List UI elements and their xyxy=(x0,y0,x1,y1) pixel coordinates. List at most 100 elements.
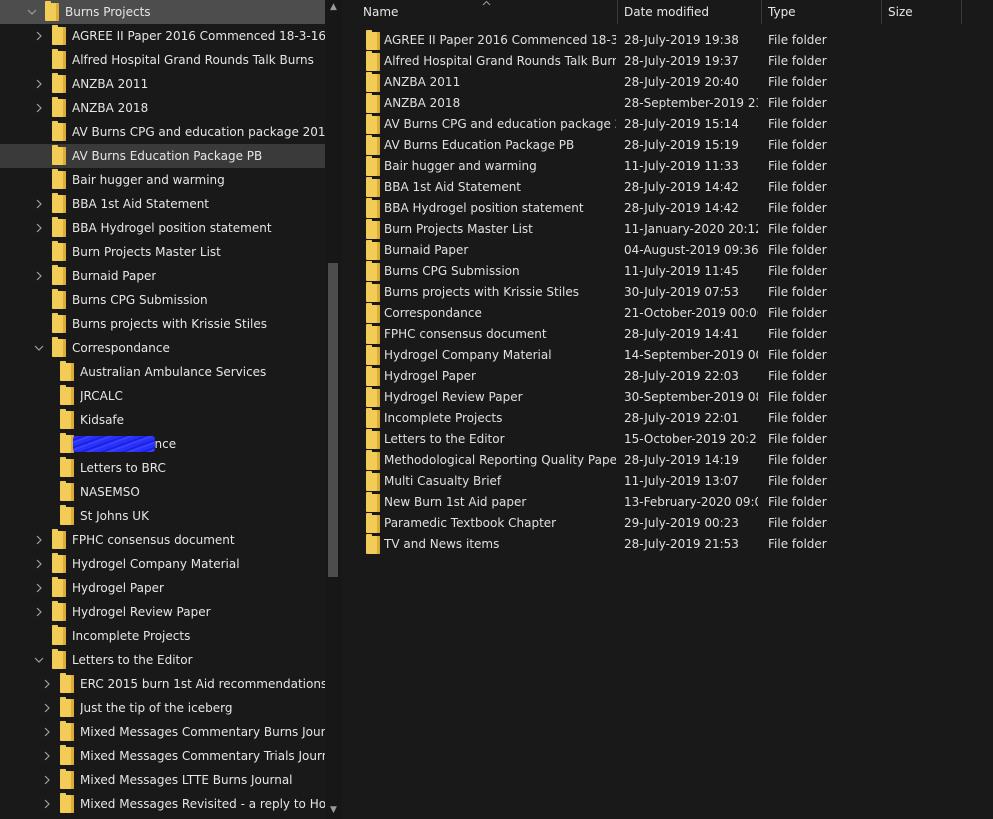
tree-item[interactable]: Burnaid Paper xyxy=(0,264,325,288)
tree-item[interactable]: Mixed Messages Commentary Trials Journal xyxy=(0,744,325,768)
file-row[interactable]: ANZBA 2011 28-July-2019 20:40 File folder xyxy=(356,72,993,93)
tree-item[interactable]: ANZBA 2011 xyxy=(0,72,325,96)
file-row[interactable]: ANZBA 2018 28-September-2019 23:... File f… xyxy=(356,93,993,114)
tree-item[interactable]: NASEMSO xyxy=(0,480,325,504)
file-row[interactable]: Correspondance 21-October-2019 00:00 File … xyxy=(356,303,993,324)
tree-item[interactable]: Burns CPG Submission xyxy=(0,288,325,312)
navigation-scrollbar[interactable]: ▲ ▼ xyxy=(325,0,342,819)
tree-item[interactable]: Hydrogel Paper xyxy=(0,576,325,600)
tree-item[interactable]: JRCALC xyxy=(0,384,325,408)
chevron-right-icon[interactable] xyxy=(33,24,45,48)
chevron-right-icon[interactable] xyxy=(33,600,45,624)
tree-item[interactable]: correspondence xyxy=(0,432,325,456)
file-size xyxy=(888,282,958,303)
file-row[interactable]: Burns projects with Krissie Stiles 30-Jul… xyxy=(356,282,993,303)
chevron-right-icon[interactable] xyxy=(33,576,45,600)
chevron-right-icon[interactable] xyxy=(41,696,53,720)
folder-icon xyxy=(52,625,66,645)
tree-item[interactable]: Mixed Messages Revisited - a reply to Ho… xyxy=(0,792,325,816)
file-size xyxy=(888,513,958,534)
chevron-down-icon[interactable] xyxy=(26,0,38,24)
chevron-right-icon[interactable] xyxy=(33,216,45,240)
tree-item[interactable]: Bair hugger and warming xyxy=(0,168,325,192)
file-row[interactable]: Letters to the Editor 15-October-2019 20:… xyxy=(356,429,993,450)
scroll-up-arrow-icon[interactable]: ▲ xyxy=(325,0,342,14)
chevron-right-icon[interactable] xyxy=(41,768,53,792)
file-row[interactable]: Paramedic Textbook Chapter 29-July-2019 0… xyxy=(356,513,993,534)
tree-item[interactable]: Letters to the Editor xyxy=(0,648,325,672)
chevron-right-icon[interactable] xyxy=(33,552,45,576)
column-header-date[interactable]: Date modified xyxy=(618,0,762,24)
tree-item[interactable]: AV Burns Education Package PB xyxy=(0,144,325,168)
file-row[interactable]: Methodological Reporting Quality Paper 28… xyxy=(356,450,993,471)
chevron-right-icon[interactable] xyxy=(33,96,45,120)
file-row[interactable]: Hydrogel Paper 28-July-2019 22:03 File fol… xyxy=(356,366,993,387)
chevron-down-icon[interactable] xyxy=(33,336,45,360)
scrollbar-thumb[interactable] xyxy=(328,263,338,577)
file-row[interactable]: Burnaid Paper 04-August-2019 09:36 File fo… xyxy=(356,240,993,261)
tree-item[interactable]: Incomplete Projects xyxy=(0,624,325,648)
file-row[interactable]: BBA Hydrogel position statement 28-July-2… xyxy=(356,198,993,219)
tree-item[interactable]: BBA Hydrogel position statement xyxy=(0,216,325,240)
tree-item[interactable]: FPHC consensus document xyxy=(0,528,325,552)
file-row[interactable]: Hydrogel Review Paper 30-September-2019 0… xyxy=(356,387,993,408)
tree-item[interactable]: Kidsafe xyxy=(0,408,325,432)
file-type: File folder xyxy=(768,495,827,509)
tree-item[interactable]: Burn Projects Master List xyxy=(0,240,325,264)
folder-icon xyxy=(366,345,380,365)
file-row[interactable]: Alfred Hospital Grand Rounds Talk Burns 2… xyxy=(356,51,993,72)
chevron-right-icon[interactable] xyxy=(33,72,45,96)
folder-icon xyxy=(52,145,66,165)
chevron-right-icon[interactable] xyxy=(41,672,53,696)
chevron-right-icon[interactable] xyxy=(33,192,45,216)
column-header-name[interactable]: Name xyxy=(356,0,618,24)
column-header-type[interactable]: Type xyxy=(762,0,882,24)
tree-item[interactable]: BBA 1st Aid Statement xyxy=(0,192,325,216)
scroll-down-arrow-icon[interactable]: ▼ xyxy=(325,803,342,817)
tree-item[interactable]: Alfred Hospital Grand Rounds Talk Burns xyxy=(0,48,325,72)
tree-item[interactable]: ERC 2015 burn 1st Aid recommendations – … xyxy=(0,672,325,696)
file-row[interactable]: FPHC consensus document 28-July-2019 14:4… xyxy=(356,324,993,345)
tree-item[interactable]: St Johns UK xyxy=(0,504,325,528)
chevron-right-icon[interactable] xyxy=(33,264,45,288)
chevron-right-icon[interactable] xyxy=(33,528,45,552)
file-row[interactable]: Multi Casualty Brief 11-July-2019 13:07 Fi… xyxy=(356,471,993,492)
chevron-right-icon[interactable] xyxy=(41,720,53,744)
file-name: AGREE II Paper 2016 Commenced 18-3-16 xyxy=(384,33,616,47)
tree-item[interactable]: Burns projects with Krissie Stiles xyxy=(0,312,325,336)
file-row[interactable]: AV Burns Education Package PB 28-July-201… xyxy=(356,135,993,156)
chevron-right-icon[interactable] xyxy=(41,792,53,816)
tree-item[interactable]: Mixed Messages LTTE Burns Journal xyxy=(0,768,325,792)
pane-splitter[interactable] xyxy=(342,0,356,819)
column-header-size[interactable]: Size xyxy=(882,0,962,24)
file-row[interactable]: Burns CPG Submission 11-July-2019 11:45 Fi… xyxy=(356,261,993,282)
tree-item[interactable]: ANZBA 2018 xyxy=(0,96,325,120)
file-row[interactable]: AV Burns CPG and education package 2018 2… xyxy=(356,114,993,135)
tree-item[interactable]: Mixed Messages Commentary Burns Journal xyxy=(0,720,325,744)
file-row[interactable]: AGREE II Paper 2016 Commenced 18-3-16 28-… xyxy=(356,30,993,51)
chevron-right-icon[interactable] xyxy=(41,744,53,768)
folder-icon xyxy=(52,25,66,45)
file-size xyxy=(888,135,958,156)
file-row[interactable]: BBA 1st Aid Statement 28-July-2019 14:42 F… xyxy=(356,177,993,198)
tree-item[interactable]: Australian Ambulance Services xyxy=(0,360,325,384)
folder-icon xyxy=(52,265,66,285)
file-row[interactable]: Incomplete Projects 28-July-2019 22:01 Fil… xyxy=(356,408,993,429)
tree-item[interactable]: Letters to BRC xyxy=(0,456,325,480)
file-name: Hydrogel Review Paper xyxy=(384,390,523,404)
tree-item[interactable]: Hydrogel Review Paper xyxy=(0,600,325,624)
file-row[interactable]: Bair hugger and warming 11-July-2019 11:3… xyxy=(356,156,993,177)
file-row[interactable]: Hydrogel Company Material 14-September-20… xyxy=(356,345,993,366)
tree-item[interactable]: Just the tip of the iceberg xyxy=(0,696,325,720)
tree-item[interactable]: AV Burns CPG and education package 2018 xyxy=(0,120,325,144)
file-row[interactable]: New Burn 1st Aid paper 13-February-2020 0… xyxy=(356,492,993,513)
file-row[interactable]: TV and News items 28-July-2019 21:53 File … xyxy=(356,534,993,555)
file-row[interactable]: Burn Projects Master List 11-January-2020… xyxy=(356,219,993,240)
tree-item[interactable]: AGREE II Paper 2016 Commenced 18-3-16 xyxy=(0,24,325,48)
file-size xyxy=(888,240,958,261)
chevron-down-icon[interactable] xyxy=(33,648,45,672)
tree-item[interactable]: Burns Projects xyxy=(0,0,325,24)
file-size xyxy=(888,324,958,345)
tree-item[interactable]: Correspondance xyxy=(0,336,325,360)
tree-item[interactable]: Hydrogel Company Material xyxy=(0,552,325,576)
